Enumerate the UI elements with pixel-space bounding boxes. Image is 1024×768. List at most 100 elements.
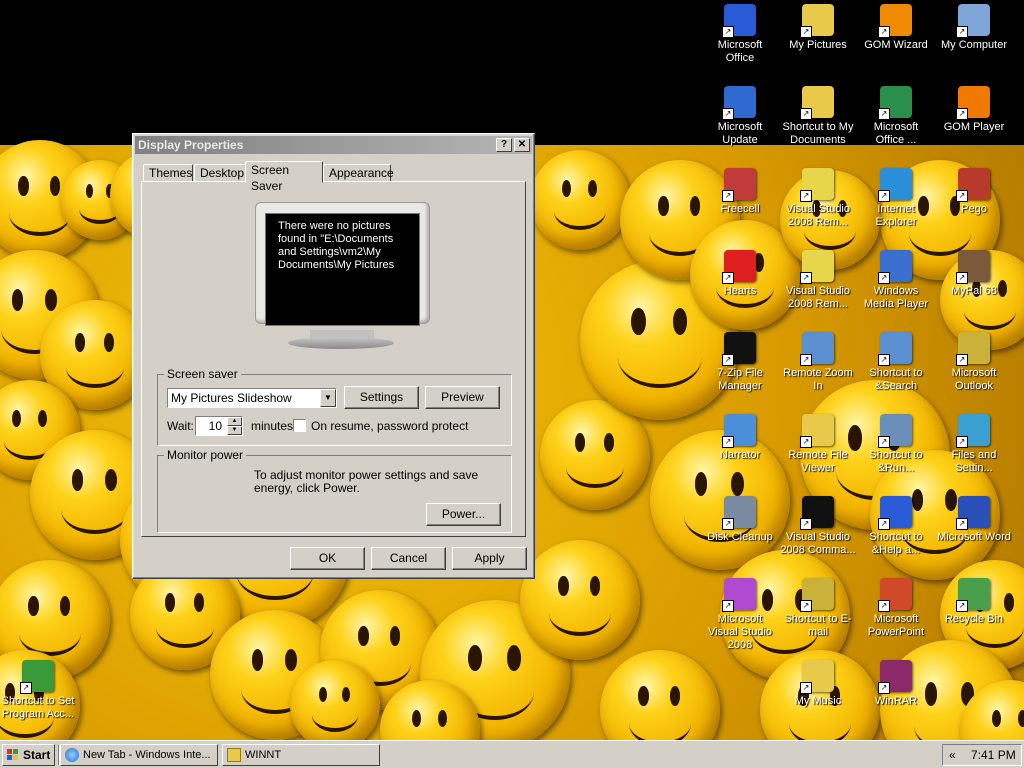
settings-button[interactable]: Settings [344,386,419,409]
pictures-folder-icon: ↗ [800,4,834,38]
dialog-title: Display Properties [138,138,244,152]
smile-mouth [61,485,129,534]
tab-screen-saver[interactable]: Screen Saver [245,161,323,193]
screen-saver-selected: My Pictures Slideshow [171,391,292,405]
shortcut-arrow-icon: ↗ [800,108,812,120]
desktop-icon-narrator[interactable]: ↗ Narrator [702,414,778,462]
desktop-icon-winrar[interactable]: ↗ WinRAR [858,660,934,708]
desktop-icon-set-program-access[interactable]: ↗ Shortcut to Set Program Acc... [0,660,76,721]
desktop-icon-label: Shortcut to E-mail [784,613,852,638]
desktop-icon-my-music[interactable]: ↗ My Music [780,660,856,708]
desktop-icon-pego[interactable]: ↗ Pego [936,168,1012,216]
smile-mouth [629,700,691,740]
desktop-icon-files-settings[interactable]: ↗ Files and Settin... [936,414,1012,475]
desktop-icon-internet-explorer[interactable]: ↗ Internet Explorer [858,168,934,229]
task-winnt[interactable]: WINNT [222,744,380,766]
shortcut-arrow-icon: ↗ [956,190,968,202]
desktop-icon-shortcut-help[interactable]: ↗ Shortcut to &Help a... [858,496,934,557]
shortcut-arrow-icon: ↗ [878,600,890,612]
desktop-icon-microsoft-outlook[interactable]: ↗ Microsoft Outlook [936,332,1012,393]
desktop-icon-microsoft-office-2[interactable]: ↗ Microsoft Office ... [858,86,934,147]
desktop-icon-microsoft-office[interactable]: ↗ Microsoft Office [702,4,778,65]
desktop-icon-windows-media-player[interactable]: ↗ Windows Media Player [858,250,934,311]
cancel-button[interactable]: Cancel [371,547,446,570]
smile-mouth [66,346,124,388]
desktop-icon-my-computer[interactable]: ↗ My Computer [936,4,1012,52]
shortcut-arrow-icon: ↗ [800,272,812,284]
taskbar: Start New Tab - Windows Inte... WINNT « … [0,740,1024,768]
smile-mouth [404,722,456,740]
power-button[interactable]: Power... [426,503,501,526]
shortcut-arrow-icon: ↗ [722,518,734,530]
start-button[interactable]: Start [2,744,55,766]
shortcut-arrow-icon: ↗ [722,600,734,612]
preview-button[interactable]: Preview [425,386,500,409]
desktop-icon-shortcut-run[interactable]: ↗ Shortcut to &Run... [858,414,934,475]
stepper-up-icon[interactable]: ▲ [227,417,242,426]
desktop-icon-gom-wizard[interactable]: ↗ GOM Wizard [858,4,934,52]
ok-button[interactable]: OK [290,547,365,570]
desktop-icon-label: Microsoft Word [937,531,1011,543]
desktop-icon-freecell[interactable]: ↗ Freecell [702,168,778,216]
recycle-bin-icon: ↗ [956,578,990,612]
desktop-icon-label: GOM Wizard [864,39,928,51]
desktop-icon-microsoft-word[interactable]: ↗ Microsoft Word [936,496,1012,544]
desktop-icon-label: Hearts [723,285,757,297]
desktop-icon-remote-file-viewer[interactable]: ↗ Remote File Viewer [780,414,856,475]
desktop-icon-hearts[interactable]: ↗ Hearts [702,250,778,298]
desktop-icon-shortcut-email[interactable]: ↗ Shortcut to E-mail [780,578,856,639]
stepper-buttons[interactable]: ▲ ▼ [227,417,242,435]
desktop-icon-visual-studio-rem-1[interactable]: ↗ Visual Studio 2008 Rem... [780,168,856,229]
desktop-icon-my-pictures[interactable]: ↗ My Pictures [780,4,856,52]
shortcut-arrow-icon: ↗ [956,600,968,612]
close-button[interactable]: ✕ [514,138,530,152]
desktop-icon-gom-player[interactable]: ↗ GOM Player [936,86,1012,134]
desktop-icon-mypal[interactable]: ↗ MyPal 68 [936,250,1012,298]
desktop-icon-label: Shortcut to My Documents [782,121,854,146]
task-internet-explorer[interactable]: New Tab - Windows Inte... [60,744,218,766]
password-protect-checkbox[interactable] [293,419,306,432]
desktop-icon-disk-cleanup[interactable]: ↗ Disk Cleanup [702,496,778,544]
dialog-titlebar[interactable]: Display Properties ? ✕ [135,136,532,154]
chevron-down-icon[interactable]: ▼ [320,389,336,407]
desktop-icon-label: Microsoft Office [717,39,763,64]
desktop-icon-microsoft-update[interactable]: ↗ Microsoft Update [702,86,778,147]
desktop-icon-visual-studio-rem-2[interactable]: ↗ Visual Studio 2008 Rem... [780,250,856,311]
clock[interactable]: 7:41 PM [971,745,1016,765]
apply-button[interactable]: Apply [452,547,527,570]
smile-mouth [618,327,702,388]
shortcut-arrow-icon: ↗ [800,600,812,612]
desktop-icon-shortcut-my-documents[interactable]: ↗ Shortcut to My Documents [780,86,856,147]
shortcut-arrow-icon: ↗ [878,436,890,448]
screen-saver-select[interactable]: My Pictures Slideshow ▼ [167,388,337,408]
stepper-down-icon[interactable]: ▼ [227,426,242,435]
desktop-icon-7zip[interactable]: ↗ 7-Zip File Manager [702,332,778,393]
password-protect-label[interactable]: On resume, password protect [311,419,468,433]
desktop-icon-microsoft-powerpoint[interactable]: ↗ Microsoft PowerPoint [858,578,934,639]
screen-saver-group-label: Screen saver [164,367,241,381]
tray-chevron-icon[interactable]: « [949,745,956,765]
monitor-body: There were no pictures found in "E:\Docu… [255,202,430,326]
desktop-icon-label: WinRAR [874,695,918,707]
monitor-preview: There were no pictures found in "E:\Docu… [255,202,430,349]
tab-themes[interactable]: Themes [143,164,193,182]
desktop-icon-label: Files and Settin... [951,449,997,474]
shortcut-arrow-icon: ↗ [800,436,812,448]
help-button[interactable]: ? [496,138,512,152]
desktop-icon-shortcut-search[interactable]: ↗ Shortcut to &Search [858,332,934,393]
desktop-icon-label: 7-Zip File Manager [717,367,763,392]
desktop-icon-ms-visual-studio[interactable]: ↗ Microsoft Visual Studio 2008 [702,578,778,652]
desktop-icon-visual-studio-command[interactable]: ↗ Visual Studio 2008 Comma... [780,496,856,557]
display-properties-dialog: Display Properties ? ✕ Themes Desktop Sc… [132,133,535,579]
desktop-icon-label: Microsoft Office ... [873,121,919,146]
command-prompt-icon: ↗ [800,496,834,530]
tab-desktop[interactable]: Desktop [194,164,246,182]
tab-appearance[interactable]: Appearance [323,164,394,182]
desktop-icon-label: Microsoft PowerPoint [867,613,925,638]
desktop-icon-remote-zoom[interactable]: ↗ Remote Zoom In [780,332,856,393]
shortcut-arrow-icon: ↗ [878,682,890,694]
file-viewer-icon: ↗ [800,414,834,448]
shortcut-arrow-icon: ↗ [878,518,890,530]
desktop-icon-recycle-bin[interactable]: ↗ Recycle Bin [936,578,1012,626]
wait-stepper[interactable]: 10 ▲ ▼ [195,416,243,436]
